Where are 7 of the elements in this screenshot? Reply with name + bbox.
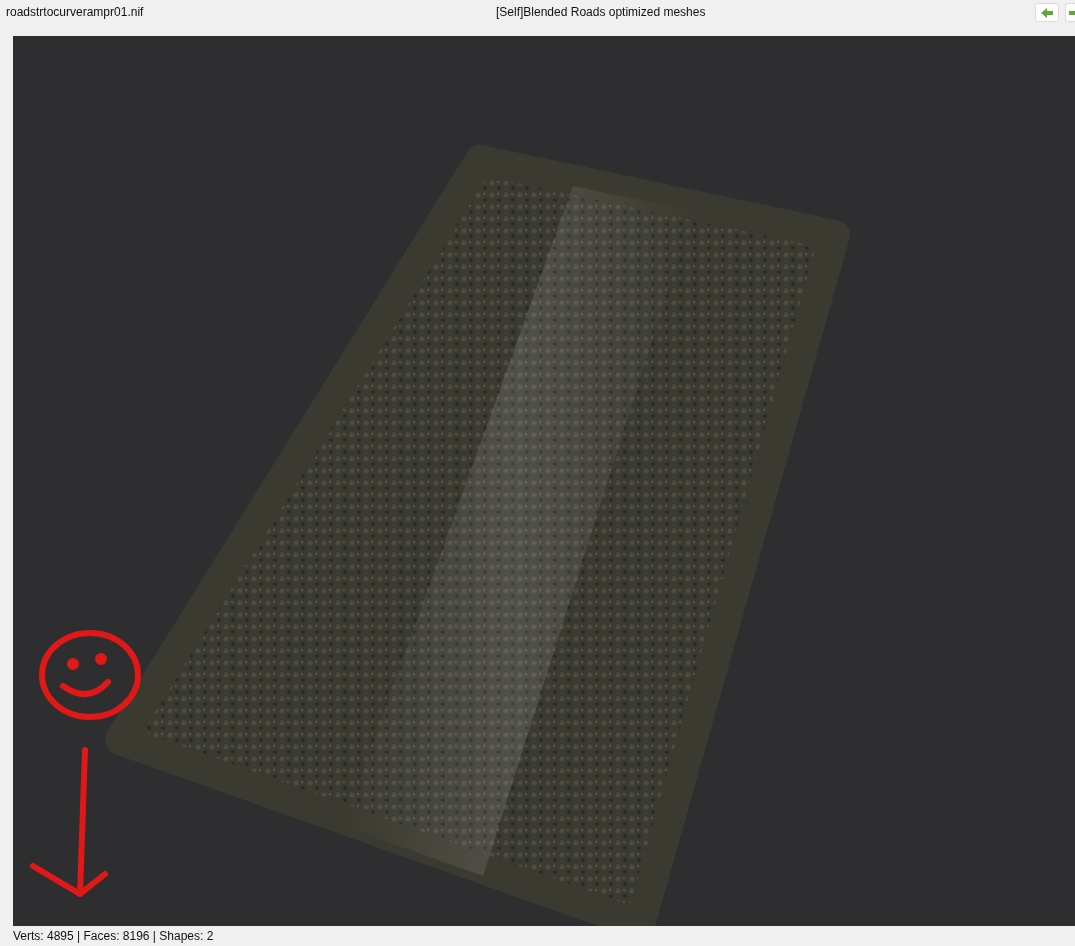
- left-arrow-icon: [1041, 7, 1053, 18]
- back-button[interactable]: [1035, 3, 1059, 22]
- 3d-viewport[interactable]: [13, 36, 1075, 926]
- file-name: roadstrtocurverampr01.nif: [5, 4, 144, 21]
- window-title: [Self]Blended Roads optimized meshes: [496, 4, 706, 21]
- forward-button[interactable]: [1065, 3, 1075, 22]
- status-bar-text: Verts: 4895 | Faces: 8196 | Shapes: 2: [13, 928, 214, 945]
